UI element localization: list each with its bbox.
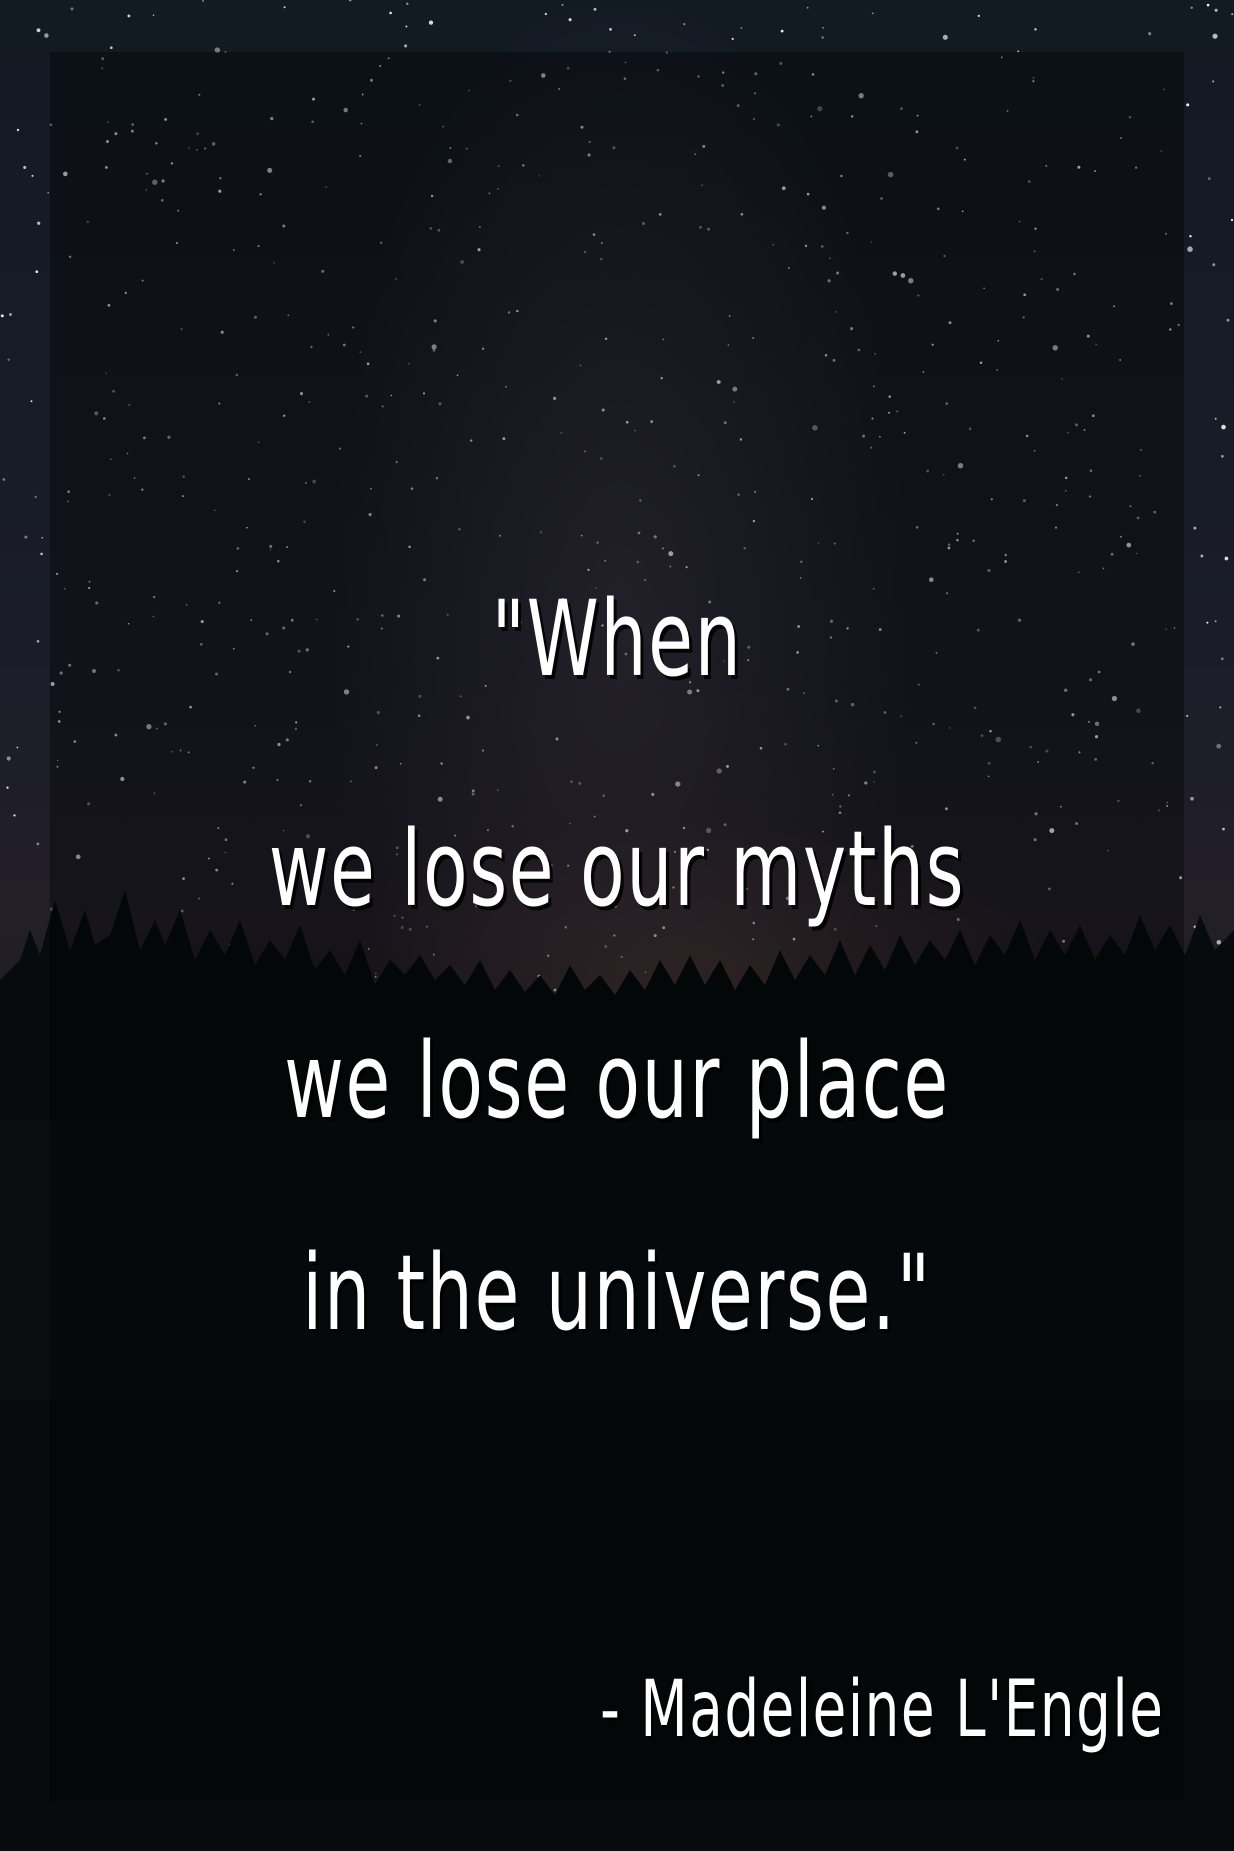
quote-line-4: in the universe." [302, 1232, 932, 1354]
quote-line-1: "When [491, 578, 743, 700]
quote-line-3: we lose our place [284, 1020, 950, 1142]
quote-line-2: we lose our myths [268, 808, 966, 930]
quote-poster: "When we lose our myths we lose our plac… [0, 0, 1234, 1851]
quote-author: - Madeleine L'Engle [599, 1665, 1164, 1755]
